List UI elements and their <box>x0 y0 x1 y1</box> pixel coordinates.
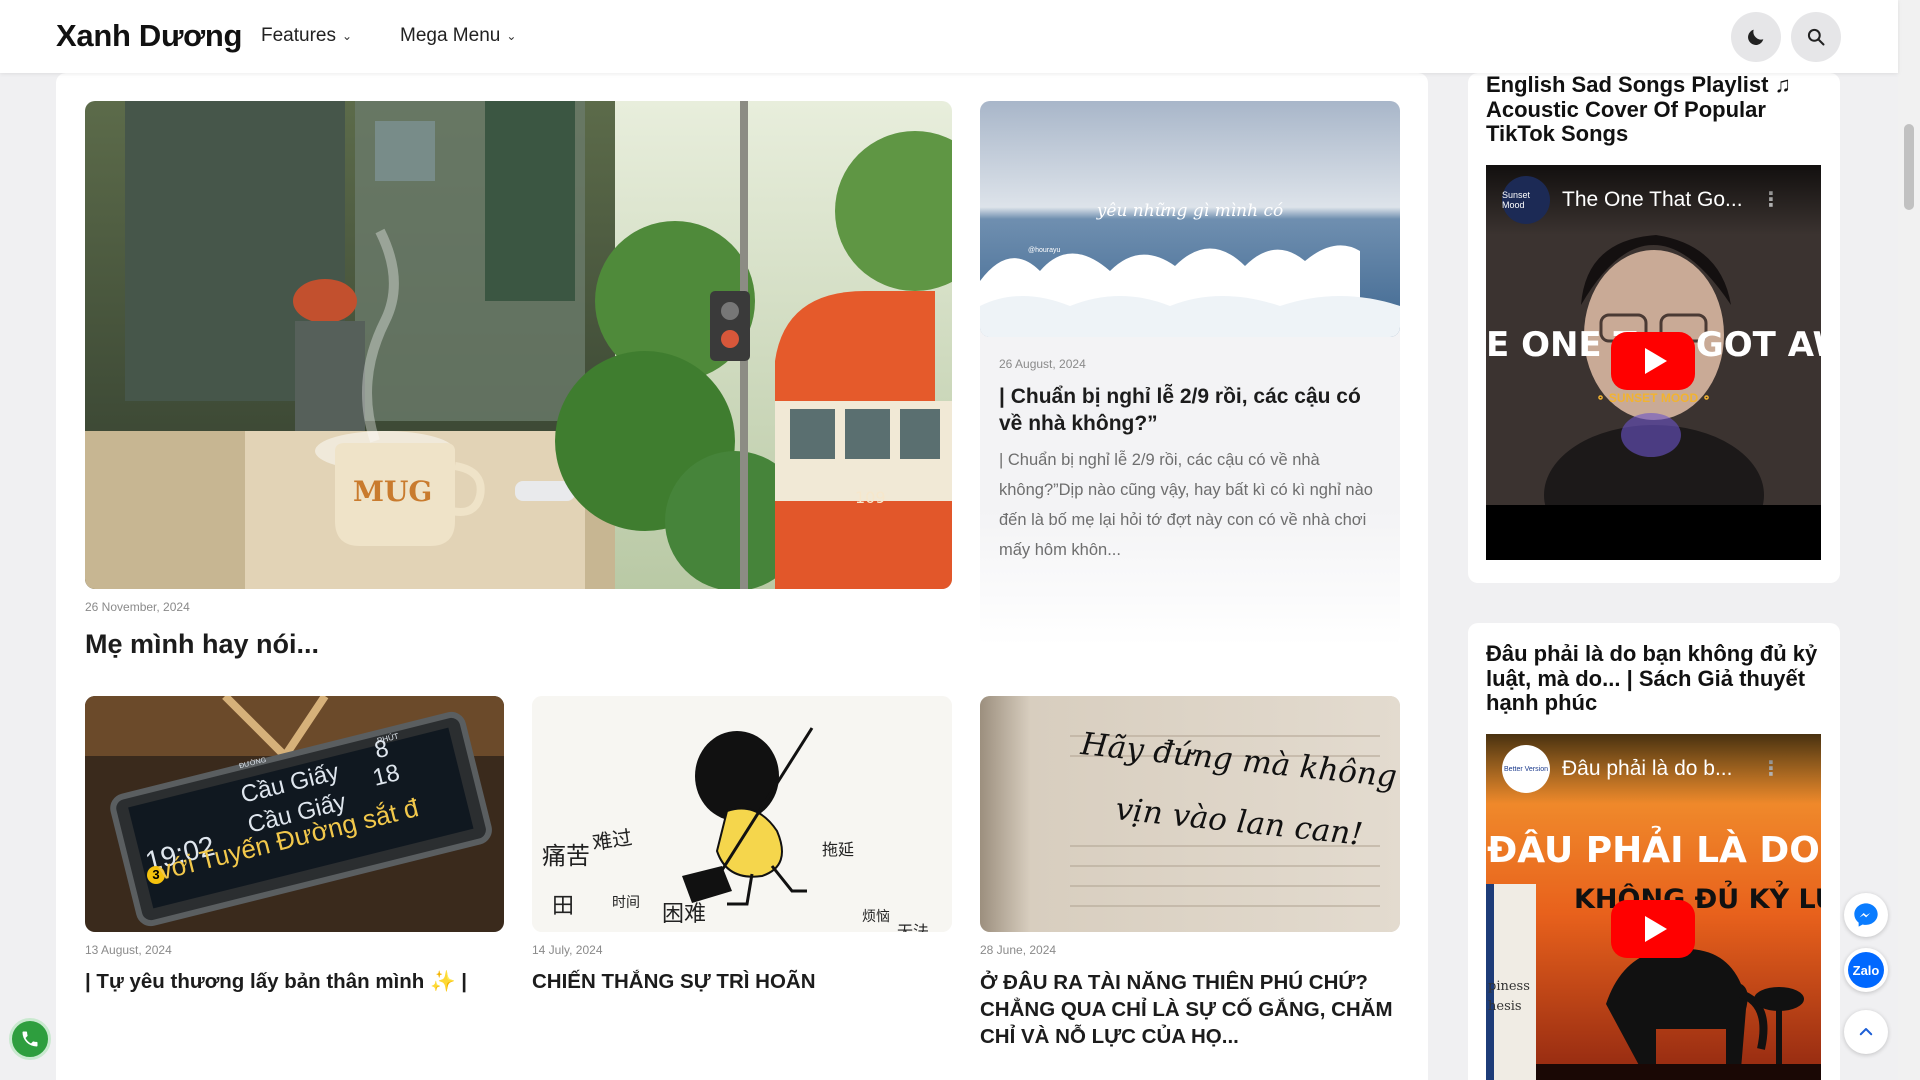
messenger-button[interactable] <box>1844 893 1888 937</box>
channel-avatar[interactable]: Sunset Mood <box>1502 176 1550 224</box>
illustration-char: 困难 <box>662 902 707 927</box>
youtube-embed[interactable]: Better Version Đâu phải là do b... ⋮ ĐÂU… <box>1486 734 1821 1080</box>
nav-features-label: Features <box>261 25 336 46</box>
messenger-icon <box>1854 903 1878 927</box>
illustration-char: 烦恼 <box>862 909 890 925</box>
phone-icon <box>22 1031 38 1047</box>
site-logo[interactable]: Xanh Dương <box>56 18 242 54</box>
post-date: 28 June, 2024 <box>980 943 1057 957</box>
chevron-up-icon <box>1859 1028 1873 1036</box>
nav-features[interactable]: Features ⌄ <box>261 25 352 47</box>
nav-mega-menu[interactable]: Mega Menu ⌄ <box>400 25 516 47</box>
sidebar-video-widget: Đâu phải là do bạn không đủ kỷ luật, mà … <box>1468 623 1840 1080</box>
video-header: Better Version Đâu phải là do b... <box>1486 734 1821 804</box>
svg-text:MUG: MUG <box>353 475 432 508</box>
featured-post-image[interactable]: MUG 109 <box>85 101 952 589</box>
post-date: 14 July, 2024 <box>532 943 603 957</box>
book-spine-text: piness <box>1488 979 1530 994</box>
post-title[interactable]: CHIẾN THẮNG SỰ TRÌ HOÃN <box>532 969 932 996</box>
book-spine-text: hesis <box>1488 999 1522 1014</box>
chevron-down-icon: ⌄ <box>341 29 353 43</box>
video-title[interactable]: The One That Go... <box>1562 188 1743 212</box>
post-title[interactable]: Ở ĐÂU RA TÀI NĂNG THIÊN PHÚ CHỨ? CHẲNG Q… <box>980 969 1400 1050</box>
illustration-char: 时间 <box>612 895 640 911</box>
video-overlay-subtext: ⚬ SUNSET MOOD ⚬ <box>1595 391 1712 405</box>
zalo-icon: Zalo <box>1848 952 1884 988</box>
dark-mode-toggle[interactable] <box>1731 12 1781 62</box>
video-overlay-line1: ĐÂU PHẢI LÀ DO <box>1487 830 1820 871</box>
featured-post-date: 26 November, 2024 <box>85 600 190 614</box>
featured-photo: MUG 109 <box>85 101 952 589</box>
video-title[interactable]: Đâu phải là do b... <box>1562 757 1732 781</box>
post-title[interactable]: | Tự yêu thương lấy bản thân mình ✨ | <box>85 969 485 996</box>
youtube-embed[interactable]: Sunset Mood The One That Go... ⋮ E ONE T… <box>1486 165 1821 560</box>
phone-call-button[interactable] <box>9 1018 51 1060</box>
chevron-down-icon: ⌄ <box>506 29 517 43</box>
featured-post-title[interactable]: Mẹ mình hay nói... <box>85 627 885 662</box>
illustration-char: 无法 <box>897 922 930 932</box>
site-header: Xanh Dương Features ⌄ Mega Menu ⌄ <box>0 0 1898 73</box>
secondary-post-image[interactable]: yêu những gì mình có @hourayu <box>980 101 1400 337</box>
secondary-post-title[interactable]: | Chuẩn bị nghỉ lễ 2/9 rồi, các cậu có v… <box>999 383 1389 437</box>
image-caption: yêu những gì mình có <box>1096 201 1284 221</box>
scrollbar-thumb[interactable] <box>1904 124 1914 210</box>
page-scrollbar[interactable] <box>1898 0 1920 1080</box>
video-header: Sunset Mood The One That Go... <box>1486 165 1821 235</box>
post-image[interactable]: Hãy đứng mà không cần vịn vào lan can! <box>980 696 1400 932</box>
secondary-post-excerpt: | Chuẩn bị nghỉ lễ 2/9 rồi, các cậu có v… <box>999 451 1373 559</box>
post-image[interactable]: 痛苦 难过 困难 拖延 田 时间 烦恼 无法 <box>532 696 952 932</box>
secondary-post-date: 26 August, 2024 <box>999 357 1086 371</box>
illustration-char: 痛苦 <box>542 842 590 870</box>
image-handle: @hourayu <box>1028 247 1061 254</box>
post-image[interactable]: 19:02 Cầu Giấy Cầu Giấy PHÚT 8 18 ĐƯỜNG … <box>85 696 504 932</box>
illustration-char: 难过 <box>590 825 634 855</box>
post-date: 13 August, 2024 <box>85 943 172 957</box>
play-button[interactable] <box>1611 900 1695 958</box>
back-to-top-button[interactable] <box>1844 1010 1888 1054</box>
moon-icon <box>1748 29 1764 45</box>
widget-title[interactable]: Đâu phải là do bạn không đủ kỷ luật, mà … <box>1486 641 1826 716</box>
illustration-char: 田 <box>552 894 575 919</box>
zalo-button[interactable]: Zalo <box>1844 948 1888 992</box>
channel-avatar[interactable]: Better Version <box>1502 745 1550 793</box>
sweeping-boy-illustration <box>532 696 952 932</box>
search-button[interactable] <box>1791 12 1841 62</box>
svg-text:109: 109 <box>855 488 886 507</box>
widget-title[interactable]: English Sad Songs Playlist ♫ Acoustic Co… <box>1486 72 1826 147</box>
play-button[interactable] <box>1611 332 1695 390</box>
sidebar-video-widget: English Sad Songs Playlist ♫ Acoustic Co… <box>1468 72 1840 583</box>
nav-mega-menu-label: Mega Menu <box>400 25 501 46</box>
illustration-char: 拖延 <box>822 840 855 859</box>
zalo-label: Zalo <box>1852 962 1880 978</box>
search-icon <box>1807 28 1825 46</box>
